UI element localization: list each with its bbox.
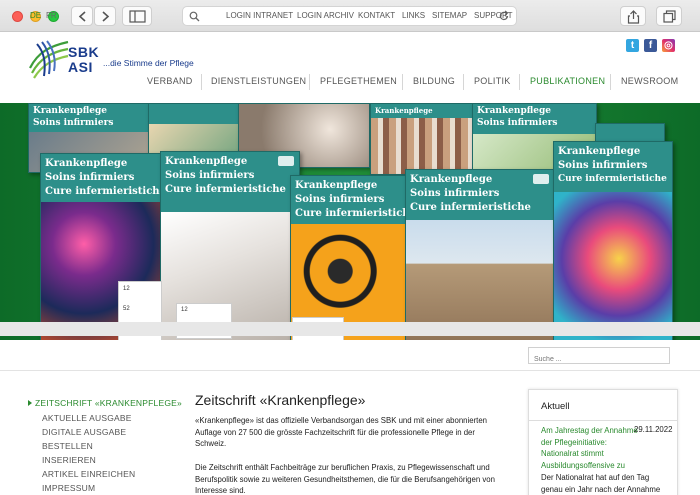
language-fr[interactable]: FR bbox=[46, 11, 57, 20]
main-navigation: VERBAND DIENSTLEISTUNGEN PFLEGETHEMEN BI… bbox=[0, 72, 700, 94]
sidenav-artikel-einreichen[interactable]: ARTIKEL EINREICHEN bbox=[42, 469, 135, 479]
link-support[interactable]: SUPPORT bbox=[474, 11, 513, 20]
sidenav-zeitschrift[interactable]: ZEITSCHRIFT «KRANKENPFLEGE» bbox=[35, 398, 182, 408]
hero-image: Krankenpflege Soins infirmiers Krankenpf… bbox=[0, 103, 700, 340]
link-sitemap[interactable]: SITEMAP bbox=[432, 11, 467, 20]
nav-newsroom[interactable]: NEWSROOM bbox=[621, 76, 678, 86]
magazine-cover: Krankenpflege Soins infirmiers Cure infe… bbox=[290, 175, 415, 340]
news-item-date: 29.11.2022 bbox=[634, 425, 673, 434]
link-links[interactable]: LINKS bbox=[402, 11, 425, 20]
nav-bildung[interactable]: BILDUNG bbox=[413, 76, 455, 86]
tabs-icon bbox=[663, 10, 676, 23]
share-button[interactable] bbox=[620, 6, 646, 26]
magazine-cover: Krankenpflege Soins infirmiers Cure infe… bbox=[405, 169, 555, 340]
forward-button[interactable] bbox=[94, 6, 116, 26]
back-button[interactable] bbox=[71, 6, 93, 26]
magazine-cover: Krankenpflege bbox=[370, 103, 473, 175]
link-login-intranet[interactable]: LOGIN INTRANET bbox=[226, 11, 293, 20]
arrow-right-icon bbox=[28, 400, 32, 406]
intro-paragraph: «Krankenpflege» ist das offizielle Verba… bbox=[195, 416, 487, 448]
link-login-archiv[interactable]: LOGIN ARCHIV bbox=[297, 11, 354, 20]
sidenav-aktuelle-ausgabe[interactable]: AKTUELLE AUSGABE bbox=[42, 413, 132, 423]
sidebar-toggle-button[interactable] bbox=[122, 6, 152, 26]
instagram-icon[interactable]: ◎ bbox=[662, 39, 675, 52]
tagline: ...die Stimme der Pflege bbox=[103, 58, 194, 68]
nav-publikationen[interactable]: PUBLIKATIONEN bbox=[530, 76, 605, 86]
facebook-icon[interactable]: f bbox=[644, 39, 657, 52]
nav-verband[interactable]: VERBAND bbox=[147, 76, 193, 86]
twitter-icon[interactable]: t bbox=[626, 39, 639, 52]
language-de[interactable]: DE bbox=[30, 11, 41, 20]
logo-text-sbk: SBK bbox=[68, 44, 100, 60]
news-panel-title: Aktuell bbox=[541, 401, 570, 412]
page-title: Zeitschrift «Krankenpflege» bbox=[195, 392, 366, 408]
search-icon bbox=[189, 11, 200, 22]
sidenav-inserieren[interactable]: INSERIEREN bbox=[42, 455, 96, 465]
magazine-cover: Krankenpflege Soins infirmiers Cure infe… bbox=[553, 141, 673, 340]
sidenav-digitale-ausgabe[interactable]: DIGITALE AUSGABE bbox=[42, 427, 126, 437]
share-icon bbox=[627, 10, 640, 24]
link-kontakt[interactable]: KONTAKT bbox=[358, 11, 395, 20]
sidebar-icon bbox=[129, 10, 146, 23]
chevron-right-icon bbox=[102, 11, 110, 22]
news-item-teaser: Der Nationalrat hat auf den Tag genau ei… bbox=[541, 473, 661, 494]
close-window-button[interactable] bbox=[12, 11, 23, 22]
sidenav-impressum[interactable]: IMPRESSUM bbox=[42, 483, 95, 493]
tabs-overview-button[interactable] bbox=[656, 6, 682, 26]
body-paragraph: Die Zeitschrift enthält Fachbeiträge zur… bbox=[195, 463, 495, 495]
site-search bbox=[528, 347, 670, 367]
hero-floor bbox=[0, 322, 700, 336]
divider bbox=[528, 420, 678, 421]
search-input[interactable] bbox=[529, 352, 669, 367]
sidenav-bestellen[interactable]: BESTELLEN bbox=[42, 441, 93, 451]
nav-politik[interactable]: POLITIK bbox=[474, 76, 511, 86]
nav-dienstleistungen[interactable]: DIENSTLEISTUNGEN bbox=[211, 76, 306, 86]
news-item-link[interactable]: Am Jahrestag der Annahme der Pflegeiniti… bbox=[541, 425, 641, 471]
chevron-left-icon bbox=[78, 11, 86, 22]
nav-pflegethemen[interactable]: PFLEGETHEMEN bbox=[320, 76, 397, 86]
